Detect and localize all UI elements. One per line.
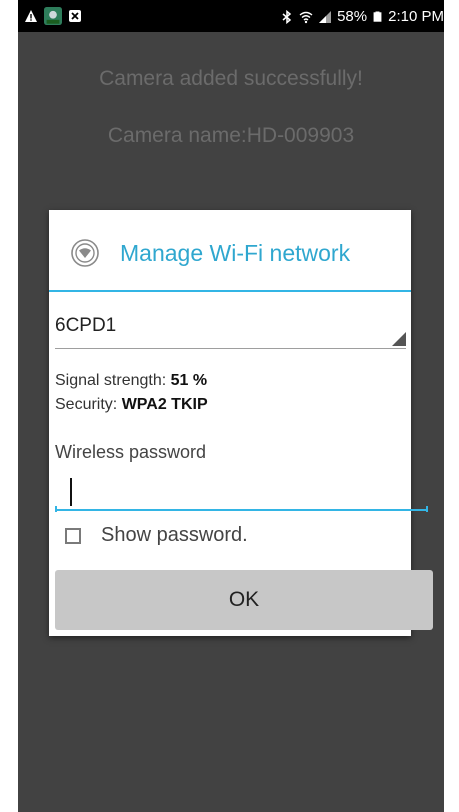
- ok-button[interactable]: OK: [55, 570, 433, 630]
- password-field-wrap: [55, 468, 428, 512]
- status-right-icons: 58% 2:10 PM: [280, 8, 444, 25]
- security-value: WPA2 TKIP: [121, 396, 208, 413]
- network-spinner[interactable]: 6CPD1: [55, 312, 406, 349]
- show-password-label[interactable]: Show password.: [101, 524, 248, 547]
- battery-percent: 58%: [337, 8, 368, 25]
- input-edge-right: [426, 506, 428, 512]
- battery-icon: [373, 11, 382, 22]
- status-bar: 58% 2:10 PM: [18, 0, 444, 32]
- network-selected: 6CPD1: [55, 315, 117, 336]
- dialog-title: Manage Wi-Fi network: [120, 240, 351, 266]
- dialog-header: Manage Wi-Fi network: [49, 210, 411, 290]
- signal-label: Signal strength:: [55, 372, 171, 389]
- dropdown-arrow-icon: [392, 332, 406, 346]
- success-message: Camera added successfully!: [99, 67, 363, 90]
- clock: 2:10 PM: [388, 8, 444, 25]
- close-box-icon: [69, 10, 81, 22]
- signal-value: 51 %: [170, 372, 208, 389]
- app-icon: [44, 7, 62, 25]
- bluetooth-icon: [282, 9, 292, 24]
- camera-name: Camera name:HD-009903: [107, 124, 355, 147]
- password-label: Wireless password: [55, 442, 207, 462]
- show-password-checkbox[interactable]: [65, 528, 81, 544]
- security: Security: WPA2 TKIP: [55, 396, 208, 414]
- wifi-icon: [299, 11, 313, 23]
- phone-screen: 58% 2:10 PM Camera added successfully! C…: [18, 0, 444, 812]
- warning-icon: [25, 10, 37, 22]
- status-left-icons: [24, 7, 82, 25]
- wifi-circle-icon: [71, 239, 99, 267]
- input-edge-left: [55, 506, 57, 512]
- password-input[interactable]: [55, 468, 428, 511]
- text-cursor: [70, 478, 72, 506]
- signal-icon: [319, 10, 332, 23]
- signal-strength: Signal strength: 51 %: [55, 372, 207, 390]
- manage-wifi-dialog: Manage Wi-Fi network 6CPD1 Signal streng…: [49, 210, 433, 636]
- security-label: Security:: [55, 396, 122, 413]
- header-divider: [49, 290, 411, 292]
